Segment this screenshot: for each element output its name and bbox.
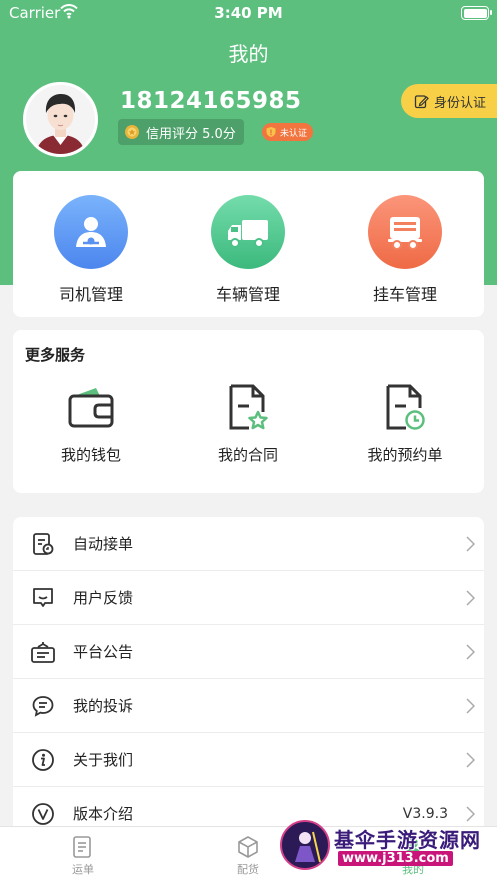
reservation-icon [335,380,475,434]
chevron-right-icon [456,589,484,606]
edit-icon [414,94,429,108]
reservation-label: 我的预约单 [367,446,443,464]
contract-label: 我的合同 [217,446,278,464]
battery-icon [461,6,492,20]
chevron-right-icon [456,643,484,660]
cargo-box-icon [208,833,288,861]
driver-management-label: 司机管理 [58,285,123,304]
verify-status-badge: 未认证 [262,123,314,141]
wallet-icon [21,380,161,434]
tab-cargo[interactable]: 配货 [208,833,288,877]
watermark-url: www.j313.com [338,851,453,866]
vehicle-management-label: 车辆管理 [215,285,280,304]
vehicle-management-button[interactable]: 车辆管理 [178,195,318,305]
more-services-title: 更多服务 [25,346,86,364]
complaint-icon [13,694,73,718]
menu-item-about[interactable]: 关于我们 [13,733,484,787]
menu-item-label: 关于我们 [73,751,134,769]
info-icon [13,748,73,772]
tab-cargo-label: 配货 [237,863,259,876]
id-verify-label: 身份认证 [434,95,487,111]
user-phone: 18124165985 [120,88,302,114]
settings-menu: 自动接单 用户反馈 平台公告 我的投诉 关于我们 版本介绍 V3.9.3 [13,517,484,847]
menu-item-announcement[interactable]: 平台公告 [13,625,484,679]
menu-item-complaint[interactable]: 我的投诉 [13,679,484,733]
trailer-management-button[interactable]: 挂车管理 [335,195,475,305]
reservation-button[interactable]: 我的预约单 [335,380,475,465]
menu-item-label: 平台公告 [73,643,134,661]
avatar[interactable] [23,82,98,157]
truck-icon [211,195,285,269]
trailer-management-label: 挂车管理 [372,285,437,304]
id-verify-button[interactable]: 身份认证 [401,84,497,118]
site-watermark: 基伞手游资源网 www.j313.com [280,818,497,883]
driver-management-button[interactable]: 司机管理 [21,195,161,305]
more-services-card: 更多服务 我的钱包 我的合同 我的预约单 [13,330,484,493]
menu-item-label: 自动接单 [73,535,134,553]
driver-icon [54,195,128,269]
clock-label: 3:40 PM [214,4,283,22]
watermark-title: 基伞手游资源网 [334,828,481,852]
watermark-logo-icon [280,820,330,870]
tab-waybill-label: 运单 [72,863,94,876]
feedback-icon [13,586,73,610]
credit-score-label: 信用评分 5.0分 [146,126,236,142]
page-title: 我的 [228,42,269,66]
wallet-label: 我的钱包 [60,446,121,464]
tab-waybill[interactable]: 运单 [43,833,123,877]
chevron-right-icon [456,751,484,768]
menu-item-auto-order[interactable]: 自动接单 [13,517,484,571]
management-card: 司机管理 车辆管理 挂车管理 [13,171,484,317]
announcement-icon [13,640,73,664]
contract-icon [178,380,318,434]
chevron-right-icon [456,535,484,552]
waybill-icon [43,833,123,861]
chevron-right-icon [456,697,484,714]
menu-item-label: 我的投诉 [73,697,134,715]
medal-icon [125,125,139,139]
shield-icon [266,127,276,137]
avatar-portrait-icon [26,85,95,154]
verify-status-label: 未认证 [280,128,308,139]
menu-item-feedback[interactable]: 用户反馈 [13,571,484,625]
status-bar: Carrier 3:40 PM [0,0,497,26]
wallet-button[interactable]: 我的钱包 [21,380,161,465]
menu-item-label: 用户反馈 [73,589,134,607]
contract-button[interactable]: 我的合同 [178,380,318,465]
version-icon [13,802,73,826]
credit-score-badge: 信用评分 5.0分 [118,119,244,145]
trailer-icon [368,195,442,269]
auto-order-icon [13,532,73,556]
